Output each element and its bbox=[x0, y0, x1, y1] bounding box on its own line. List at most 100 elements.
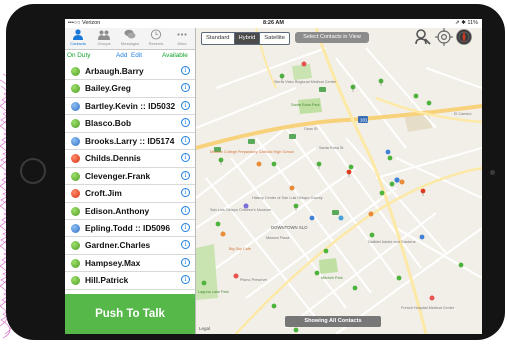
map-type-segmented-control: Standard Hybrid Satellite bbox=[201, 32, 290, 45]
status-dot-green bbox=[71, 258, 80, 268]
map-view[interactable]: 101 Sierra Vista Regional Medical Center… bbox=[196, 28, 482, 334]
battery-indicator: ⇗ ✱ 11% bbox=[455, 20, 478, 26]
contact-row[interactable]: Epling.Todd :: ID5096 i bbox=[65, 220, 195, 238]
clock-icon bbox=[150, 29, 162, 40]
app-screen: •••○○ Verizon 8:26 AM ⇗ ✱ 11% Contacts G… bbox=[65, 19, 482, 334]
contact-row[interactable]: Clevenger.Frank i bbox=[65, 168, 195, 186]
contact-name: Arbaugh.Barry bbox=[85, 66, 144, 76]
list-toolbar: On Duty Add Edit Available bbox=[65, 50, 195, 62]
map-label-pismo-preserve: Pismo Preserve bbox=[240, 278, 267, 282]
add-button[interactable]: Add bbox=[116, 52, 127, 59]
showing-all-contacts-label[interactable]: Showing All Contacts bbox=[285, 316, 381, 327]
tab-label: More bbox=[177, 41, 187, 46]
more-icon bbox=[177, 33, 187, 36]
on-duty-button[interactable]: On Duty bbox=[67, 52, 90, 59]
info-icon[interactable]: i bbox=[181, 240, 190, 250]
map-label-laguna-lake: Laguna Lake Park bbox=[198, 290, 229, 294]
map-label-el-camino: El Camino bbox=[454, 112, 472, 116]
tab-groups[interactable]: Groups bbox=[91, 29, 117, 49]
home-button[interactable] bbox=[20, 158, 46, 184]
contact-row[interactable]: Blasco.Bob i bbox=[65, 115, 195, 133]
contact-row[interactable]: Bailey.Greg i bbox=[65, 80, 195, 98]
tab-label: Groups bbox=[97, 41, 111, 46]
tablet-device: •••○○ Verizon 8:26 AM ⇗ ✱ 11% Contacts G… bbox=[6, 4, 505, 340]
map-mode-satellite[interactable]: Satellite bbox=[260, 33, 289, 44]
map-label-sierra-vista: Sierra Vista Regional Medical Center bbox=[274, 80, 337, 84]
contact-name: Childs.Dennis bbox=[85, 153, 141, 164]
map-label-dallidet: Dallidet Adobe and Gardens bbox=[368, 240, 416, 244]
messages-icon bbox=[124, 29, 136, 39]
status-dot-green bbox=[71, 241, 80, 251]
contact-name: Clevenger.Frank bbox=[85, 170, 151, 181]
map-label-history-center: History Center of San Luis Obispo County bbox=[252, 196, 323, 200]
contact-row[interactable]: Arbaugh.Barry i bbox=[65, 63, 195, 81]
info-icon[interactable]: i bbox=[181, 66, 190, 75]
contact-name: Gardner.Charles bbox=[85, 240, 151, 251]
contact-name: Brooks.Larry :: ID5174 bbox=[85, 135, 175, 146]
person-icon bbox=[73, 29, 83, 40]
map-label-santa-rosa-park: Santa Rosa Park bbox=[291, 103, 320, 107]
info-icon[interactable]: i bbox=[181, 205, 190, 215]
contact-name: Croft.Jim bbox=[85, 188, 122, 199]
status-dot-blue bbox=[71, 136, 80, 146]
contact-list: Arbaugh.Barry i Bailey.Greg i Bartley.Kevin … bbox=[65, 63, 195, 290]
user-search-icon[interactable] bbox=[414, 28, 432, 46]
contact-row[interactable]: Hampsey.Max i bbox=[65, 255, 195, 273]
contact-name: Edison.Anthony bbox=[85, 205, 150, 216]
tab-recents[interactable]: Recents bbox=[143, 29, 169, 49]
info-icon[interactable]: i bbox=[181, 170, 190, 180]
legal-link[interactable]: Legal bbox=[199, 326, 210, 331]
status-dot-green bbox=[71, 276, 80, 286]
info-icon[interactable]: i bbox=[181, 257, 190, 267]
contact-name: Bartley.Kevin :: ID5032 bbox=[85, 100, 176, 111]
contact-name: Epling.Todd :: ID5096 bbox=[85, 222, 170, 233]
park-area bbox=[292, 64, 312, 80]
status-dot-green bbox=[71, 206, 80, 216]
contact-row[interactable]: Croft.Jim i bbox=[65, 185, 195, 203]
contact-row[interactable]: Childs.Dennis i bbox=[65, 150, 195, 168]
info-icon[interactable]: i bbox=[181, 275, 190, 285]
map-label-mission-plaza: Mission Plaza bbox=[266, 236, 290, 240]
tab-label: Contacts bbox=[70, 41, 86, 46]
info-icon[interactable]: i bbox=[181, 153, 190, 163]
status-dot-blue bbox=[71, 223, 80, 233]
locate-target-icon[interactable] bbox=[435, 28, 453, 46]
map-label-mission-college: Mission College Preparatory Catholic Hig… bbox=[210, 150, 294, 154]
map-mode-hybrid[interactable]: Hybrid bbox=[234, 33, 261, 44]
compass-icon[interactable] bbox=[455, 28, 473, 46]
status-time: 8:26 AM bbox=[263, 20, 284, 26]
status-dot-green bbox=[71, 84, 80, 94]
status-dot-green bbox=[71, 171, 80, 181]
push-to-talk-button[interactable]: Push To Talk bbox=[65, 294, 195, 334]
svg-text:101: 101 bbox=[360, 118, 368, 123]
contact-row[interactable]: Brooks.Larry :: ID5174 i bbox=[65, 133, 195, 151]
contact-row[interactable]: Gardner.Charles i bbox=[65, 237, 195, 255]
map-label-french-hospital: French Hospital Medical Center bbox=[401, 306, 455, 310]
contacts-panel: Contacts Groups Messages Recents More On… bbox=[65, 28, 196, 334]
info-icon[interactable]: i bbox=[181, 222, 190, 232]
contact-row[interactable]: Bartley.Kevin :: ID5032 i bbox=[65, 98, 195, 116]
park-area bbox=[319, 258, 338, 274]
map-label-osos-st: Osos St bbox=[304, 127, 318, 131]
map-label-childrens-museum: San Luis Obispo Children's Museum bbox=[210, 208, 272, 212]
groups-icon bbox=[98, 30, 110, 40]
tab-messages[interactable]: Messages bbox=[117, 29, 143, 49]
select-contacts-in-view-button[interactable]: Select Contacts in View bbox=[295, 32, 369, 43]
edit-button[interactable]: Edit bbox=[131, 52, 142, 59]
info-icon[interactable]: i bbox=[181, 188, 190, 198]
camera-dot bbox=[490, 170, 495, 175]
tab-more[interactable]: More bbox=[169, 29, 195, 49]
map-mode-standard[interactable]: Standard bbox=[202, 33, 235, 44]
contact-name: Bailey.Greg bbox=[85, 83, 131, 94]
map-canvas[interactable]: 101 bbox=[196, 28, 482, 334]
contact-row[interactable]: Hill.Patrick i bbox=[65, 272, 195, 290]
map-label-downtown: DOWNTOWN SLO bbox=[271, 225, 308, 230]
tab-contacts[interactable]: Contacts bbox=[65, 29, 91, 49]
contact-row[interactable]: Edison.Anthony i bbox=[65, 203, 195, 220]
tab-label: Recents bbox=[148, 41, 164, 46]
info-icon[interactable]: i bbox=[181, 118, 190, 128]
available-filter[interactable]: Available bbox=[162, 52, 188, 59]
info-icon[interactable]: i bbox=[181, 83, 190, 93]
info-icon[interactable]: i bbox=[181, 100, 190, 110]
info-icon[interactable]: i bbox=[181, 135, 190, 145]
